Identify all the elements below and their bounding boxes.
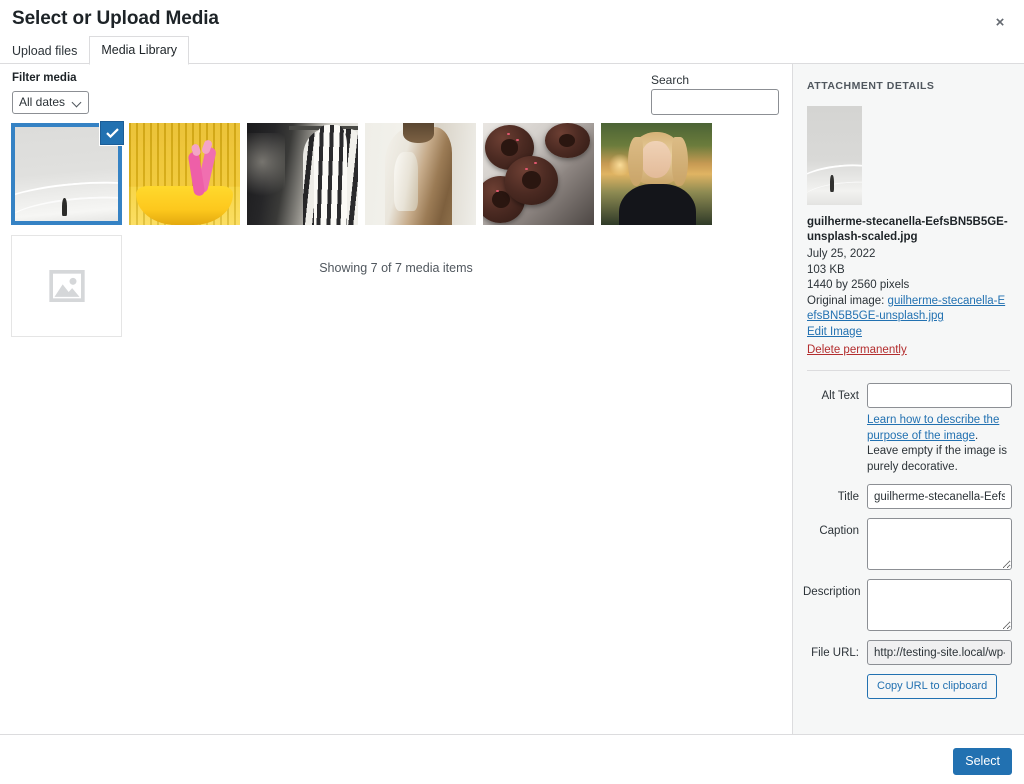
chevron-down-icon bbox=[73, 98, 82, 107]
search-input[interactable] bbox=[651, 89, 779, 115]
delete-permanently-link[interactable]: Delete permanently bbox=[807, 342, 907, 358]
attachment-grid bbox=[4, 123, 788, 347]
modal-footer: Select bbox=[0, 734, 1024, 784]
edit-image-link[interactable]: Edit Image bbox=[807, 326, 862, 338]
date-filter-select[interactable]: All dates bbox=[12, 91, 89, 114]
attachment-date: July 25, 2022 bbox=[807, 247, 1010, 263]
description-label: Description bbox=[803, 579, 867, 600]
tab-media-library[interactable]: Media Library bbox=[89, 36, 189, 65]
caption-field-row: Caption bbox=[793, 518, 1024, 570]
check-icon[interactable] bbox=[100, 121, 124, 145]
thumbnail-image bbox=[483, 123, 594, 225]
close-icon[interactable]: × bbox=[984, 6, 1016, 38]
image-placeholder-icon bbox=[11, 235, 122, 337]
attachment-item-yellow-pool[interactable] bbox=[129, 123, 240, 225]
caption-label: Caption bbox=[803, 518, 867, 539]
media-content-area: Filter media All dates Search bbox=[0, 64, 792, 734]
filter-media-label: Filter media bbox=[12, 71, 77, 85]
attachment-details-heading: ATTACHMENT DETAILS bbox=[793, 80, 1024, 92]
original-image-label: Original image: bbox=[807, 295, 884, 307]
description-textarea[interactable] bbox=[867, 579, 1012, 631]
thumbnail-image bbox=[365, 123, 476, 225]
caption-textarea[interactable] bbox=[867, 518, 1012, 570]
copy-url-row: Copy URL to clipboard bbox=[793, 674, 1024, 699]
date-filter-value: All dates bbox=[19, 92, 71, 113]
alt-text-label: Alt Text bbox=[803, 383, 867, 404]
attachment-item-portrait-woman[interactable] bbox=[601, 123, 712, 225]
attachment-item-beige-coat[interactable] bbox=[365, 123, 476, 225]
media-tabs: Upload files Media Library bbox=[0, 38, 189, 64]
attachment-item-minimal-figure[interactable] bbox=[11, 123, 122, 225]
search-label: Search bbox=[651, 73, 689, 88]
title-input[interactable] bbox=[867, 484, 1012, 509]
copy-url-button[interactable]: Copy URL to clipboard bbox=[867, 674, 997, 699]
alt-text-input[interactable] bbox=[867, 383, 1012, 408]
copy-url-spacer bbox=[803, 674, 867, 679]
thumbnail-image bbox=[601, 123, 712, 225]
alt-text-helper-link[interactable]: Learn how to describe the purpose of the… bbox=[867, 414, 999, 442]
file-url-input[interactable] bbox=[867, 640, 1012, 665]
attachment-item-placeholder[interactable] bbox=[11, 235, 122, 337]
alt-text-field-row: Alt Text Learn how to describe the purpo… bbox=[793, 383, 1024, 475]
media-count-status: Showing 7 of 7 media items bbox=[0, 260, 792, 276]
file-url-label: File URL: bbox=[803, 640, 867, 661]
attachment-item-boutique-rack[interactable] bbox=[247, 123, 358, 225]
tab-upload-files[interactable]: Upload files bbox=[0, 37, 89, 65]
alt-text-helper: Learn how to describe the purpose of the… bbox=[867, 413, 1012, 475]
media-modal: Select or Upload Media × Upload files Me… bbox=[0, 0, 1024, 784]
file-url-field-row: File URL: bbox=[793, 640, 1024, 665]
select-button[interactable]: Select bbox=[953, 748, 1012, 775]
page-title: Select or Upload Media bbox=[12, 6, 219, 32]
attachment-dimensions: 1440 by 2560 pixels bbox=[807, 278, 1010, 294]
attachment-filename: guilherme-stecanella-EefsBN5B5GE-unsplas… bbox=[807, 215, 1010, 245]
title-field-row: Title bbox=[793, 484, 1024, 509]
thumbnail-image bbox=[247, 123, 358, 225]
original-image-row: Original image: guilherme-stecanella-Eef… bbox=[807, 294, 1010, 325]
attachment-preview-image bbox=[807, 106, 862, 205]
attachment-details-sidebar: ATTACHMENT DETAILS guilherme-stecanella-… bbox=[792, 64, 1024, 734]
description-field-row: Description bbox=[793, 579, 1024, 631]
attachment-filesize: 103 KB bbox=[807, 263, 1010, 279]
title-label: Title bbox=[803, 484, 867, 505]
edit-image-row: Edit Image bbox=[807, 325, 1010, 341]
thumbnail-image bbox=[129, 123, 240, 225]
attachment-item-donuts[interactable] bbox=[483, 123, 594, 225]
sidebar-divider bbox=[807, 370, 1010, 371]
